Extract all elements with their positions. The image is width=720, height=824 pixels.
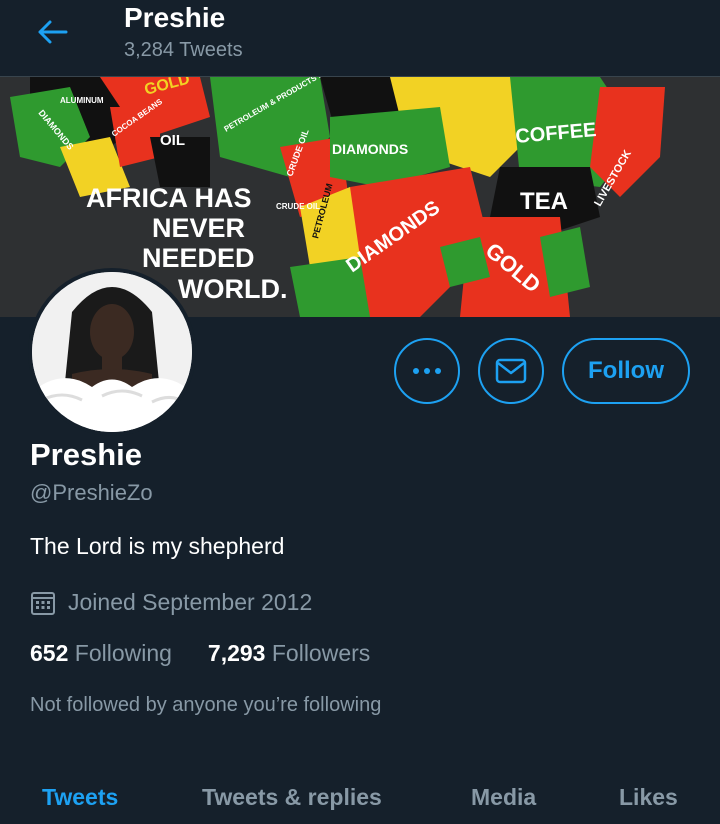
header-title: Preshie [124, 2, 226, 33]
avatar-photo [32, 272, 192, 432]
more-options-button[interactable] [394, 338, 460, 404]
follow-stats: 652 Following 7,293 Followers [30, 640, 406, 667]
map-label-tea: TEA [520, 188, 568, 215]
header-tweet-count: 3,284 Tweets [124, 39, 243, 61]
map-label-aluminum: ALUMINUM [60, 96, 104, 105]
banner-headline-line-2: NEVER [152, 213, 245, 243]
tab-tweets[interactable]: Tweets [42, 784, 118, 811]
followers-label: Followers [271, 640, 371, 666]
following-link[interactable]: 652 Following [30, 640, 172, 667]
profile-bio: The Lord is my shepherd [30, 533, 285, 559]
joined-date: Joined September 2012 [30, 589, 312, 616]
message-button[interactable] [478, 338, 544, 404]
banner-headline-line-4: WORLD. [178, 274, 287, 304]
calendar-icon [31, 591, 55, 615]
back-arrow-icon[interactable] [36, 18, 70, 46]
envelope-icon [495, 358, 527, 384]
followed-by-note: Not followed by anyone you’re following [30, 694, 382, 716]
follow-button[interactable]: Follow [562, 338, 690, 404]
avatar[interactable] [28, 268, 196, 436]
map-label-diamonds: DIAMONDS [332, 141, 408, 157]
more-dots-icon [413, 368, 441, 374]
tab-tweets-replies[interactable]: Tweets & replies [202, 784, 382, 811]
followers-link[interactable]: 7,293 Followers [208, 640, 370, 667]
profile-name: Preshie [30, 437, 143, 472]
top-bar: Preshie 3,284 Tweets [0, 0, 720, 77]
banner-headline-line-3: NEEDED [142, 243, 255, 273]
banner-headline-line-1: AFRICA HAS [86, 183, 252, 213]
tab-media[interactable]: Media [471, 784, 536, 811]
map-label-oil: OIL [160, 132, 185, 149]
profile-handle: @PreshieZo [30, 480, 153, 505]
map-label-crude-oil-2: CRUDE OIL [276, 202, 320, 211]
followers-count: 7,293 [207, 640, 266, 666]
joined-date-text: Joined September 2012 [68, 589, 313, 615]
profile-tabs: Tweets Tweets & replies Media Likes [0, 770, 720, 824]
following-count: 652 [30, 640, 69, 666]
tab-likes[interactable]: Likes [619, 784, 678, 811]
following-label: Following [74, 640, 172, 666]
